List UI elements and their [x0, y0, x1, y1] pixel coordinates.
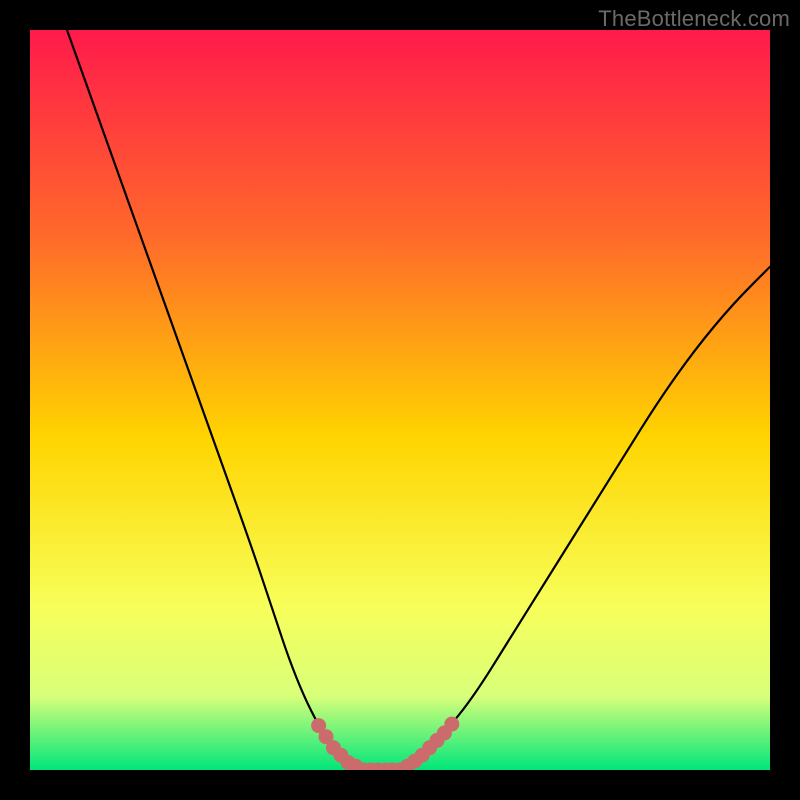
valley-marker: [444, 717, 459, 732]
watermark-text: TheBottleneck.com: [598, 6, 790, 32]
chart-svg: [30, 30, 770, 770]
chart-plot: [30, 30, 770, 770]
